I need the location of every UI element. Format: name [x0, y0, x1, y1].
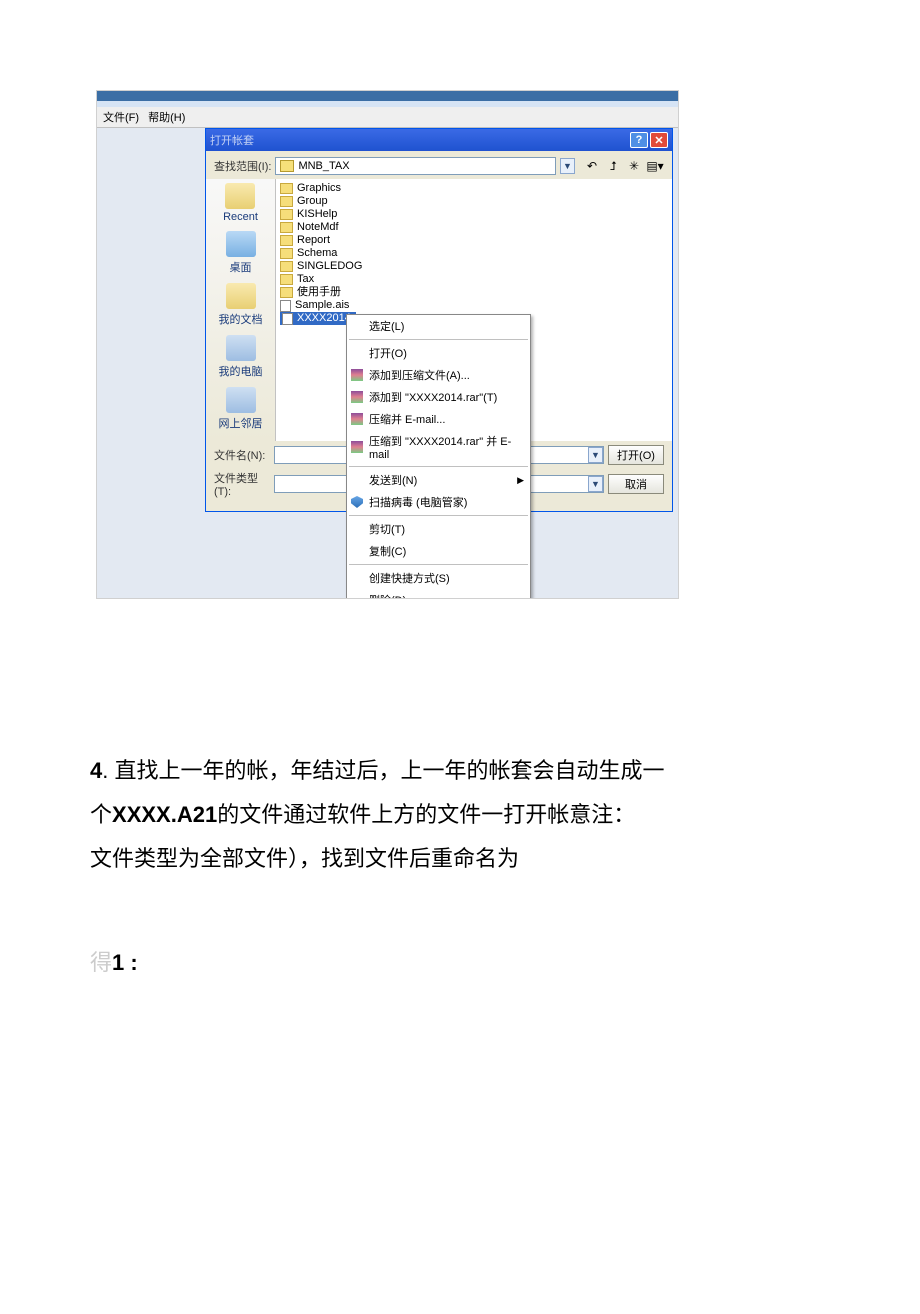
- folder-icon: [280, 274, 293, 285]
- folder-icon: [280, 222, 293, 233]
- file-item[interactable]: KISHelp: [280, 208, 668, 221]
- file-item[interactable]: Graphics: [280, 182, 668, 195]
- ctx-scan-virus[interactable]: 扫描病毒 (电脑管家): [347, 491, 530, 513]
- sidebar-item-label: 网上邻居: [219, 415, 263, 431]
- sidebar-item-label: 我的电脑: [219, 363, 263, 379]
- ctx-separator: [349, 339, 528, 340]
- rar-icon: [351, 441, 363, 453]
- recent-icon: [225, 183, 255, 209]
- menu-help[interactable]: 帮助(H): [148, 112, 185, 124]
- dialog-toolbar: ↶ ⮥ ✳ ▤▾: [583, 157, 664, 175]
- ctx-sendto[interactable]: 发送到(N)▶: [347, 469, 530, 491]
- document-text: 4. 直找上一年的帐，年结过后，上一年的帐套会自动生成一 个XXXX.A21的文…: [90, 749, 840, 985]
- sidebar-item-mydocs[interactable]: 我的文档: [219, 283, 263, 327]
- folder-icon: [280, 261, 293, 272]
- file-item[interactable]: Tax: [280, 273, 668, 286]
- dropdown-arrow-icon[interactable]: ▼: [588, 447, 603, 463]
- ctx-separator: [349, 466, 528, 467]
- paragraph: 4. 直找上一年的帐，年结过后，上一年的帐套会自动生成一: [90, 749, 840, 793]
- dialog-main: Recent 桌面 我的文档 我的电脑: [206, 179, 672, 441]
- folder-icon: [280, 287, 293, 298]
- step-number: 4: [90, 758, 102, 783]
- sidebar-item-recent[interactable]: Recent: [223, 183, 258, 223]
- lookin-dropdown-arrow[interactable]: ▼: [560, 158, 575, 174]
- sidebar-item-desktop[interactable]: 桌面: [226, 231, 256, 275]
- help-button[interactable]: ?: [630, 132, 648, 148]
- chevron-right-icon: ▶: [517, 475, 524, 486]
- file-item[interactable]: Group: [280, 195, 668, 208]
- rar-icon: [351, 391, 363, 403]
- dialog-titlebar: 打开帐套 ? ✕: [206, 129, 672, 151]
- context-menu: 选定(L) 打开(O) 添加到压缩文件(A)... 添加到 "XXXX2014.…: [346, 314, 531, 598]
- ctx-separator: [349, 515, 528, 516]
- file-item[interactable]: NoteMdf: [280, 221, 668, 234]
- shield-icon: [351, 496, 363, 508]
- folder-icon: [280, 248, 293, 259]
- file-open-dialog: 打开帐套 ? ✕ 查找范围(I): MNB_TAX ▼ ↶ ⮥: [205, 128, 673, 512]
- places-sidebar: Recent 桌面 我的文档 我的电脑: [206, 179, 276, 441]
- folder-icon: [280, 183, 293, 194]
- ctx-separator: [349, 564, 528, 565]
- file-item[interactable]: SINGLEDOG: [280, 260, 668, 273]
- sidebar-item-label: 我的文档: [219, 311, 263, 327]
- app-menubar: 文件(F) 帮助(H): [97, 107, 678, 128]
- file-item[interactable]: Schema: [280, 247, 668, 260]
- mycomputer-icon: [226, 335, 256, 361]
- app-body: 打开帐套 ? ✕ 查找范围(I): MNB_TAX ▼ ↶ ⮥: [97, 128, 678, 598]
- file-list-pane[interactable]: Graphics Group KISHelp NoteMdf Report Sc…: [276, 179, 672, 441]
- app-window: 文件(F) 帮助(H) 打开帐套 ? ✕ 查找范围(I): MNB_TAX: [97, 91, 678, 598]
- lookin-value: MNB_TAX: [298, 160, 349, 172]
- dialog-title: 打开帐套: [210, 132, 254, 148]
- ctx-copy[interactable]: 复制(C): [347, 540, 530, 562]
- ctx-zip-email[interactable]: 压缩并 E-mail...: [347, 408, 530, 430]
- ctx-shortcut[interactable]: 创建快捷方式(S): [347, 567, 530, 589]
- file-item-selected[interactable]: XXXX2014.: [280, 312, 356, 325]
- network-icon: [226, 387, 256, 413]
- paragraph: 文件类型为全部文件），找到文件后重命名为: [90, 837, 840, 881]
- lookin-combo[interactable]: MNB_TAX: [275, 157, 556, 175]
- folder-icon: [280, 196, 293, 207]
- ctx-add-archive[interactable]: 添加到压缩文件(A)...: [347, 364, 530, 386]
- new-folder-icon[interactable]: ✳: [625, 157, 643, 175]
- lookin-row: 查找范围(I): MNB_TAX ▼ ↶ ⮥ ✳ ▤▾: [206, 151, 672, 179]
- up-folder-icon[interactable]: ⮥: [604, 157, 622, 175]
- file-icon: [282, 313, 293, 325]
- footer-line: 得1 :: [90, 941, 840, 985]
- filename-label: 文件名(N):: [214, 447, 270, 463]
- ctx-add-rar[interactable]: 添加到 "XXXX2014.rar"(T): [347, 386, 530, 408]
- view-menu-icon[interactable]: ▤▾: [646, 157, 664, 175]
- dropdown-arrow-icon[interactable]: ▼: [588, 476, 603, 492]
- open-button[interactable]: 打开(O): [608, 445, 664, 465]
- desktop-icon: [226, 231, 256, 257]
- screenshot-region: 文件(F) 帮助(H) 打开帐套 ? ✕ 查找范围(I): MNB_TAX: [96, 90, 679, 599]
- paragraph: 个XXXX.A21的文件通过软件上方的文件一打开帐意注：: [90, 793, 840, 837]
- ctx-select[interactable]: 选定(L): [347, 315, 530, 337]
- folder-icon: [280, 235, 293, 246]
- rar-icon: [351, 413, 363, 425]
- sidebar-item-label: 桌面: [230, 259, 252, 275]
- sidebar-item-label: Recent: [223, 211, 258, 223]
- sidebar-item-network[interactable]: 网上邻居: [219, 387, 263, 431]
- lookin-label: 查找范围(I):: [214, 158, 271, 174]
- file-icon: [280, 300, 291, 312]
- close-button[interactable]: ✕: [650, 132, 668, 148]
- cancel-button[interactable]: 取消: [608, 474, 664, 494]
- menu-file[interactable]: 文件(F): [103, 112, 139, 124]
- file-item[interactable]: Report: [280, 234, 668, 247]
- ctx-open[interactable]: 打开(O): [347, 342, 530, 364]
- ctx-delete[interactable]: 删除(D): [347, 589, 530, 598]
- mydocs-icon: [226, 283, 256, 309]
- ctx-cut[interactable]: 剪切(T): [347, 518, 530, 540]
- filetype-label: 文件类型(T):: [214, 470, 270, 498]
- back-icon[interactable]: ↶: [583, 157, 601, 175]
- folder-icon: [280, 209, 293, 220]
- ctx-zip-rar-email[interactable]: 压缩到 "XXXX2014.rar" 并 E-mail: [347, 430, 530, 464]
- file-item[interactable]: 使用手册: [280, 286, 668, 299]
- rar-icon: [351, 369, 363, 381]
- folder-open-icon: [280, 160, 294, 172]
- app-titlebar: [97, 91, 678, 101]
- sidebar-item-mycomputer[interactable]: 我的电脑: [219, 335, 263, 379]
- file-item[interactable]: Sample.ais: [280, 299, 668, 312]
